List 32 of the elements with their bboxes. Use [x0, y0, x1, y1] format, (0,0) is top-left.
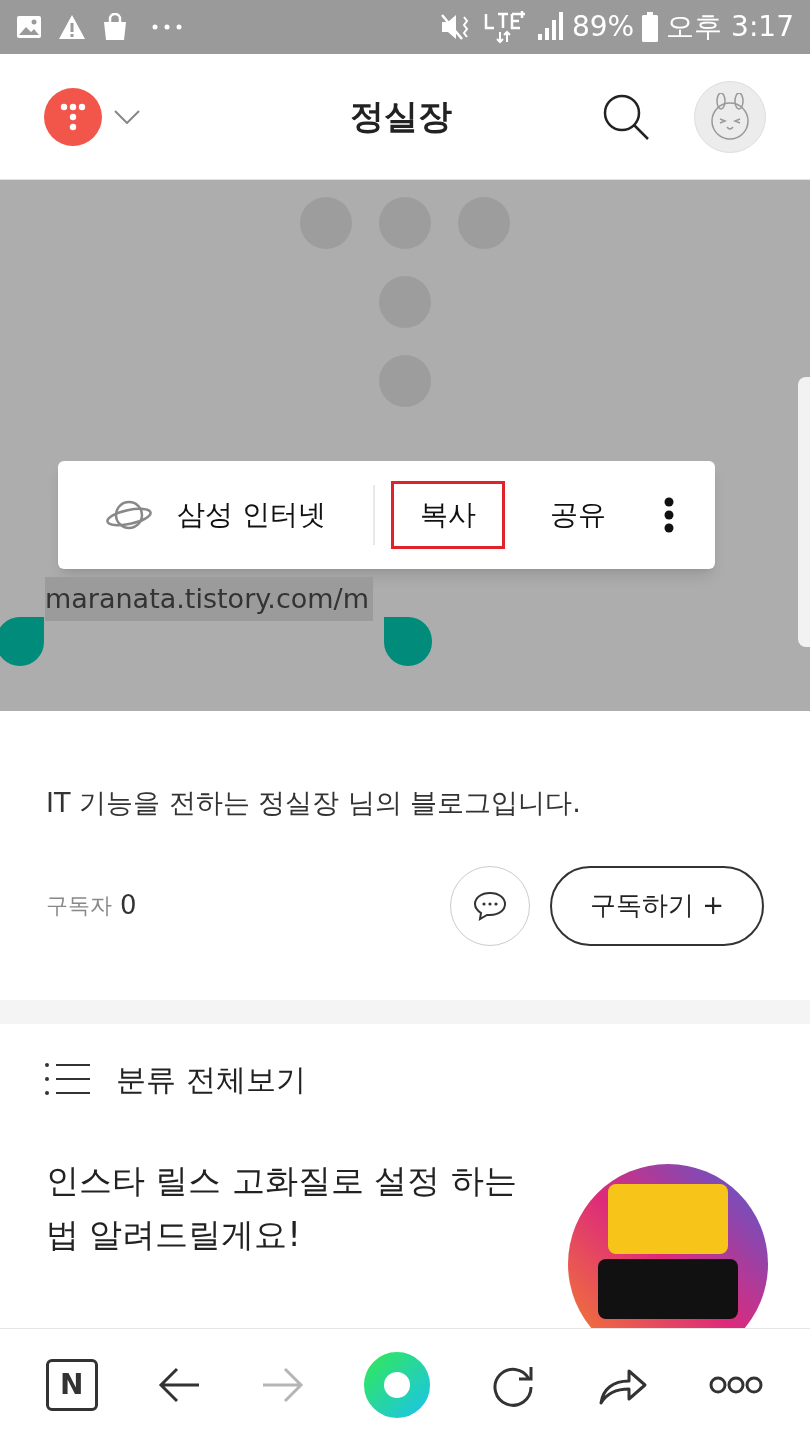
- battery-icon: [642, 12, 659, 42]
- subscribe-button[interactable]: 구독하기 +: [550, 865, 764, 946]
- list-icon[interactable]: [44, 1062, 92, 1096]
- image-icon: [16, 15, 42, 39]
- lte-signal-icon: [484, 10, 564, 44]
- speech-bubble-icon: [473, 890, 507, 921]
- battery-percent: 89%: [572, 9, 635, 45]
- blog-title: 정실장: [350, 95, 452, 138]
- selection-handle[interactable]: [384, 617, 432, 666]
- more-vertical-icon[interactable]: [663, 497, 675, 533]
- category-link[interactable]: 분류 전체보기: [116, 1056, 306, 1102]
- menu-item[interactable]: 복사: [390, 481, 505, 549]
- tistory-logo-icon: [60, 102, 86, 131]
- scroll-handle[interactable]: [798, 377, 810, 647]
- subscriber-label: 구독자: [46, 892, 112, 920]
- warning-icon: [58, 14, 86, 40]
- blog-description: IT 기능을 전하는 정실장 님의 블로그입니다.: [46, 786, 582, 820]
- tistory-logo-button[interactable]: [44, 87, 102, 146]
- bunny-avatar-icon: [708, 92, 752, 141]
- search-icon[interactable]: [602, 92, 650, 141]
- selected-url-text: maranata.tistory.com/m: [45, 577, 373, 621]
- post-title[interactable]: 인스타 릴스 고화질로 설정 하는법 알려드릴게요!: [46, 1154, 536, 1262]
- selection-handle[interactable]: [0, 617, 44, 666]
- more-icon[interactable]: [708, 1374, 765, 1395]
- subscriber-count: 0: [120, 889, 137, 922]
- shopping-bag-icon: [102, 13, 128, 41]
- naver-logo-button[interactable]: N: [45, 1358, 98, 1411]
- chevron-down-icon[interactable]: [114, 109, 140, 124]
- clock: 오후 3:17: [666, 9, 794, 45]
- more-dots-icon: [152, 24, 182, 30]
- browser-menu-item[interactable]: 삼성 인터넷: [98, 491, 333, 539]
- menu-item[interactable]: 공유: [520, 481, 635, 549]
